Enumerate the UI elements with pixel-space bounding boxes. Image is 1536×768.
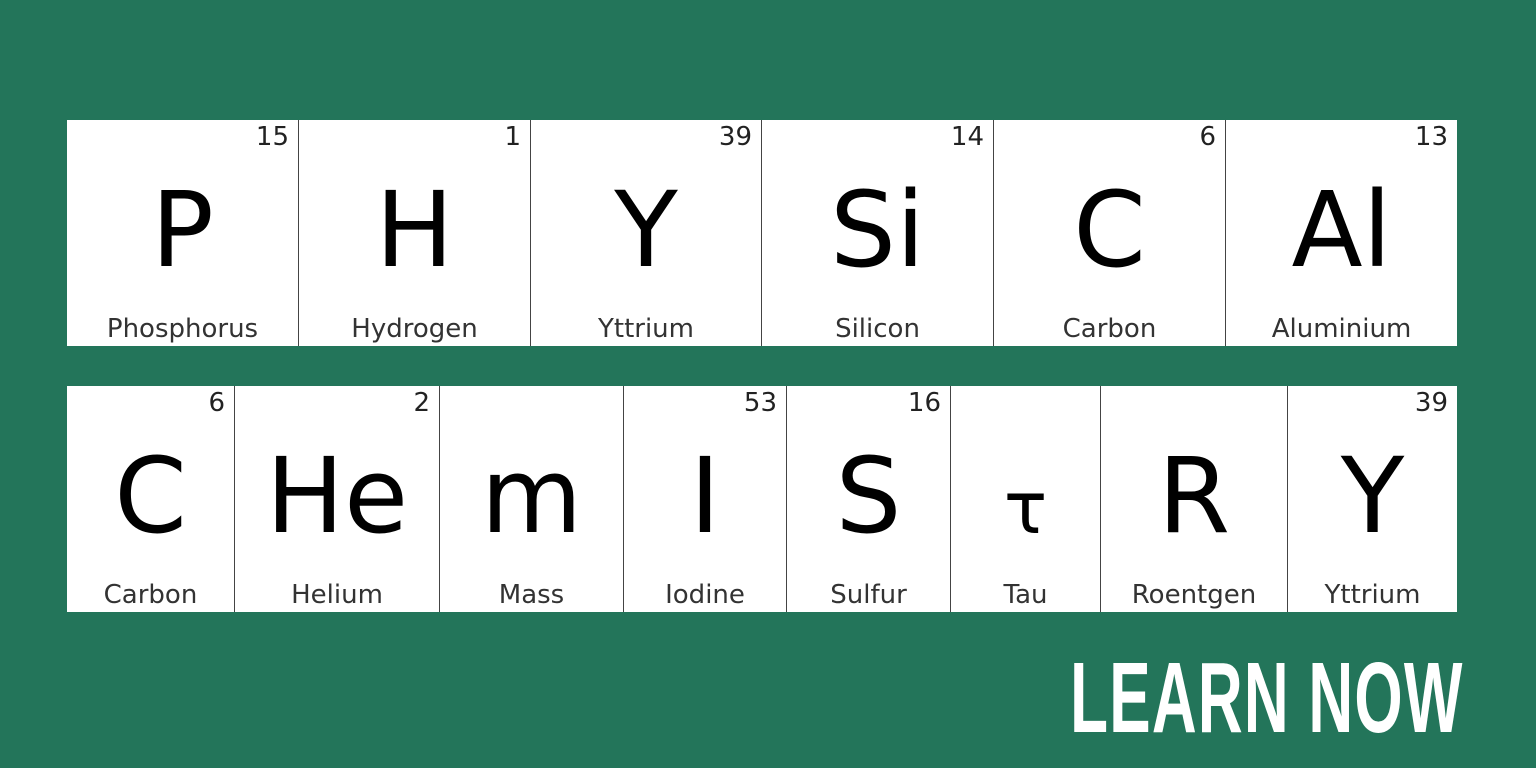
atomic-number: 39 (1414, 388, 1448, 418)
element-symbol: m (480, 435, 583, 557)
element-name: Helium (291, 580, 383, 610)
atomic-number: 16 (907, 388, 941, 418)
element-symbol: H (375, 169, 454, 291)
element-tile: 2 He Helium (234, 386, 439, 612)
banner: 15 P Phosphorus 1 H Hydrogen 39 Y Yttriu… (0, 0, 1536, 768)
element-name: Carbon (1062, 314, 1157, 344)
element-row-chemistry: 6 C Carbon 2 He Helium m Mass 53 I Iodin… (67, 386, 1457, 612)
element-tile: 13 Al Aluminium (1225, 120, 1457, 346)
atomic-number: 6 (208, 388, 225, 418)
element-name: Aluminium (1271, 314, 1412, 344)
element-symbol: R (1157, 435, 1231, 557)
atomic-number: 1 (504, 122, 521, 152)
learn-now-button[interactable]: LEARN NOW (1071, 648, 1464, 748)
element-name: Hydrogen (351, 314, 478, 344)
element-name: Roentgen (1131, 580, 1257, 610)
element-symbol: I (689, 435, 721, 557)
element-tile: 1 H Hydrogen (298, 120, 530, 346)
element-symbol: S (835, 435, 902, 557)
element-tile: R Roentgen (1100, 386, 1287, 612)
element-tile: 39 Y Yttrium (530, 120, 761, 346)
atomic-number: 14 (950, 122, 984, 152)
element-name: Carbon (103, 580, 198, 610)
element-name: Sulfur (830, 580, 907, 610)
element-name: Mass (498, 580, 565, 610)
element-tile: 39 Y Yttrium (1287, 386, 1457, 612)
element-tile: 6 C Carbon (67, 386, 234, 612)
atomic-number: 15 (255, 122, 289, 152)
element-symbol: Si (830, 169, 925, 291)
element-name: Phosphorus (106, 314, 259, 344)
element-tile: 16 S Sulfur (786, 386, 950, 612)
element-name: Iodine (665, 580, 745, 610)
atomic-number: 6 (1199, 122, 1216, 152)
element-tile: 53 I Iodine (623, 386, 786, 612)
element-tile: 14 Si Silicon (761, 120, 993, 346)
element-name: Yttrium (1324, 580, 1421, 610)
element-symbol: He (265, 435, 409, 557)
atomic-number: 13 (1414, 122, 1448, 152)
element-row-physical: 15 P Phosphorus 1 H Hydrogen 39 Y Yttriu… (67, 120, 1457, 346)
element-name: Tau (1003, 580, 1048, 610)
atomic-number: 39 (718, 122, 752, 152)
element-symbol: Y (614, 169, 678, 291)
element-symbol: P (151, 169, 214, 291)
element-tile: τ Tau (950, 386, 1100, 612)
element-symbol: Y (1340, 435, 1405, 557)
atomic-number: 2 (413, 388, 430, 418)
element-tile: 15 P Phosphorus (67, 120, 298, 346)
element-symbol: τ (1003, 466, 1048, 550)
atomic-number: 53 (743, 388, 777, 418)
element-name: Silicon (835, 314, 920, 344)
element-tile: 6 C Carbon (993, 120, 1225, 346)
element-symbol: Al (1291, 169, 1392, 291)
element-symbol: C (1073, 169, 1146, 291)
element-name: Yttrium (598, 314, 694, 344)
element-tile: m Mass (439, 386, 623, 612)
element-symbol: C (114, 435, 187, 557)
